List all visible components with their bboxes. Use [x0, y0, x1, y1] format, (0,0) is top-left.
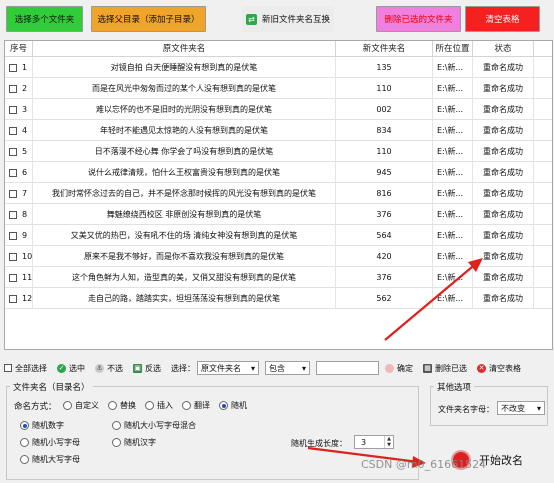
watermark: CSDN @m0_61661524 [361, 458, 487, 471]
annotation-arrow-table [384, 261, 479, 341]
annotation-arrows [307, 258, 483, 468]
